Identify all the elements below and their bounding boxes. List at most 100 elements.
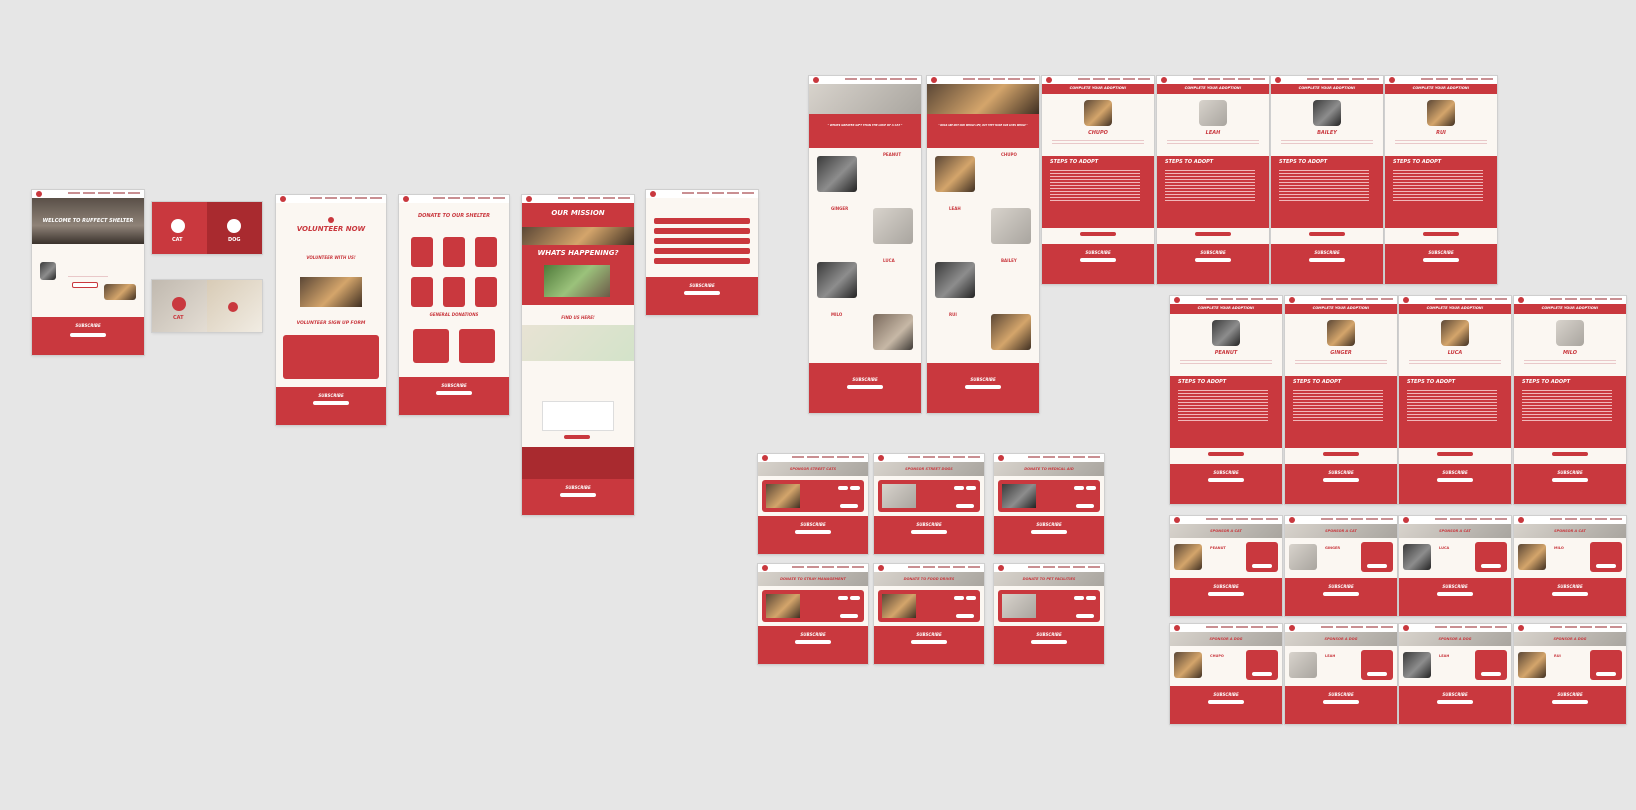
nav-links[interactable]	[1421, 78, 1493, 81]
frame-choose-cat-photo[interactable]: • • • CAT	[152, 280, 262, 332]
subscribe-input[interactable]	[1323, 592, 1359, 596]
sponsor-button[interactable]	[1367, 672, 1387, 676]
frame-complete-adoption[interactable]: • • •COMPLETE YOUR ADOPTION!LUCASTEPS TO…	[1399, 296, 1511, 504]
faq-item-3[interactable]	[654, 238, 750, 244]
nav-links[interactable]	[1435, 298, 1507, 301]
frame-sponsor-pet[interactable]: • • •SPONSOR A CATGINGERSUBSCRIBE	[1285, 516, 1397, 616]
donate-card-3[interactable]	[475, 237, 497, 267]
frame-sponsor-donate[interactable]: • • •DONATE TO MEDICAL AIDSUBSCRIBE	[994, 454, 1104, 554]
nav-links[interactable]	[1435, 626, 1507, 629]
subscribe-input[interactable]	[1552, 478, 1588, 482]
amount-button[interactable]	[966, 486, 976, 490]
subscribe-input[interactable]	[313, 401, 349, 405]
subscribe-input[interactable]	[560, 493, 596, 497]
subscribe-input[interactable]	[1208, 592, 1244, 596]
subscribe-input[interactable]	[911, 640, 947, 644]
donate-button[interactable]	[1076, 504, 1094, 508]
nav-links[interactable]	[1193, 78, 1265, 81]
nav-links[interactable]	[1206, 298, 1278, 301]
frame-sponsor-pet[interactable]: • • •SPONSOR A DOGLEAHSUBSCRIBE	[1285, 624, 1397, 724]
adopt-submit-button[interactable]	[1309, 232, 1345, 236]
nav-links[interactable]	[1206, 626, 1278, 629]
subscribe-input[interactable]	[1437, 700, 1473, 704]
subscribe-input[interactable]	[1031, 640, 1067, 644]
donate-button[interactable]	[956, 614, 974, 618]
frame-choose-pet[interactable]: • • • CAT DOG	[152, 202, 262, 254]
send-button[interactable]	[564, 435, 590, 439]
frame-sponsor-pet[interactable]: • • •SPONSOR A CATPEANUTSUBSCRIBE	[1170, 516, 1282, 616]
donate-card-2[interactable]	[443, 237, 465, 267]
frame-sponsor-pet[interactable]: • • •SPONSOR A DOGCHUPOSUBSCRIBE	[1170, 624, 1282, 724]
frame-sponsor-pet[interactable]: • • •SPONSOR A CATMILOSUBSCRIBE	[1514, 516, 1626, 616]
pet-photo-4[interactable]	[873, 314, 913, 350]
frame-sponsor-donate[interactable]: • • •DONATE TO STRAY MANAGEMENTSUBSCRIBE	[758, 564, 868, 664]
pet-photo-1[interactable]	[817, 156, 857, 192]
subscribe-input[interactable]	[795, 640, 831, 644]
nav-links[interactable]	[908, 566, 980, 569]
donate-card-6[interactable]	[475, 277, 497, 307]
adopt-submit-button[interactable]	[1423, 232, 1459, 236]
nav-links[interactable]	[792, 566, 864, 569]
adopt-submit-button[interactable]	[1195, 232, 1231, 236]
frame-cats-list[interactable]: • • • " WHATS GREATER GIFT THAN THE LOVE…	[809, 76, 921, 413]
sponsor-button[interactable]	[1367, 564, 1387, 568]
frame-sponsor-donate[interactable]: • • •SPONSOR STREET DOGSSUBSCRIBE	[874, 454, 984, 554]
general-card-2[interactable]	[459, 329, 495, 363]
amount-button[interactable]	[838, 596, 848, 600]
message-box[interactable]	[542, 401, 614, 431]
pet-photo-3[interactable]	[935, 262, 975, 298]
subscribe-input[interactable]	[1195, 258, 1231, 262]
frame-sponsor-donate[interactable]: • • •DONATE TO PET FACILITIESSUBSCRIBE	[994, 564, 1104, 664]
frame-complete-adoption[interactable]: • • •COMPLETE YOUR ADOPTION!CHUPOSTEPS T…	[1042, 76, 1154, 284]
nav-links[interactable]	[1321, 626, 1393, 629]
adopt-submit-button[interactable]	[1080, 232, 1116, 236]
amount-button[interactable]	[1086, 596, 1096, 600]
nav-links[interactable]	[1078, 78, 1150, 81]
subscribe-input[interactable]	[1031, 530, 1067, 534]
subscribe-input[interactable]	[1437, 592, 1473, 596]
adopt-submit-button[interactable]	[1208, 452, 1244, 456]
subscribe-input[interactable]	[1080, 258, 1116, 262]
adopt-submit-button[interactable]	[1552, 452, 1588, 456]
subscribe-input[interactable]	[1208, 478, 1244, 482]
subscribe-input[interactable]	[1423, 258, 1459, 262]
nav-links[interactable]	[963, 78, 1035, 81]
faq-item-2[interactable]	[654, 228, 750, 234]
amount-button[interactable]	[1074, 596, 1084, 600]
learn-more-button[interactable]	[72, 282, 98, 288]
frame-complete-adoption[interactable]: • • •COMPLETE YOUR ADOPTION!PEANUTSTEPS …	[1170, 296, 1282, 504]
frame-sponsor-pet[interactable]: • • •SPONSOR A CATLUCASUBSCRIBE	[1399, 516, 1511, 616]
cat-circle-icon[interactable]	[172, 297, 186, 311]
frame-mission[interactable]: • • • OUR MISSION WHATS HAPPENING? FIND …	[522, 195, 634, 515]
general-card-1[interactable]	[413, 329, 449, 363]
sponsor-button[interactable]	[1252, 564, 1272, 568]
amount-button[interactable]	[966, 596, 976, 600]
donate-button[interactable]	[1076, 614, 1094, 618]
amount-button[interactable]	[954, 486, 964, 490]
adopt-submit-button[interactable]	[1323, 452, 1359, 456]
faq-item-1[interactable]	[654, 218, 750, 224]
map[interactable]	[522, 325, 634, 361]
pet-photo-1[interactable]	[935, 156, 975, 192]
frame-complete-adoption[interactable]: • • •COMPLETE YOUR ADOPTION!RUISTEPS TO …	[1385, 76, 1497, 284]
nav-links[interactable]	[68, 192, 140, 195]
adopt-submit-button[interactable]	[1437, 452, 1473, 456]
sponsor-button[interactable]	[1596, 672, 1616, 676]
nav-links[interactable]	[1028, 456, 1100, 459]
dog-circle-icon[interactable]	[227, 219, 241, 233]
amount-button[interactable]	[850, 596, 860, 600]
nav-links[interactable]	[1435, 518, 1507, 521]
frame-sponsor-donate[interactable]: • • •DONATE TO FOOD DRIVESSUBSCRIBE	[874, 564, 984, 664]
sponsor-button[interactable]	[1252, 672, 1272, 676]
faq-item-4[interactable]	[654, 248, 750, 254]
amount-button[interactable]	[1074, 486, 1084, 490]
frame-sponsor-donate[interactable]: • • •SPONSOR STREET CATSSUBSCRIBE	[758, 454, 868, 554]
nav-links[interactable]	[1550, 626, 1622, 629]
subscribe-input[interactable]	[436, 391, 472, 395]
frame-complete-adoption[interactable]: • • •COMPLETE YOUR ADOPTION!BAILEYSTEPS …	[1271, 76, 1383, 284]
frame-complete-adoption[interactable]: • • •COMPLETE YOUR ADOPTION!GINGERSTEPS …	[1285, 296, 1397, 504]
subscribe-input[interactable]	[847, 385, 883, 389]
nav-links[interactable]	[310, 197, 382, 200]
signup-form[interactable]	[283, 335, 379, 379]
amount-button[interactable]	[954, 596, 964, 600]
